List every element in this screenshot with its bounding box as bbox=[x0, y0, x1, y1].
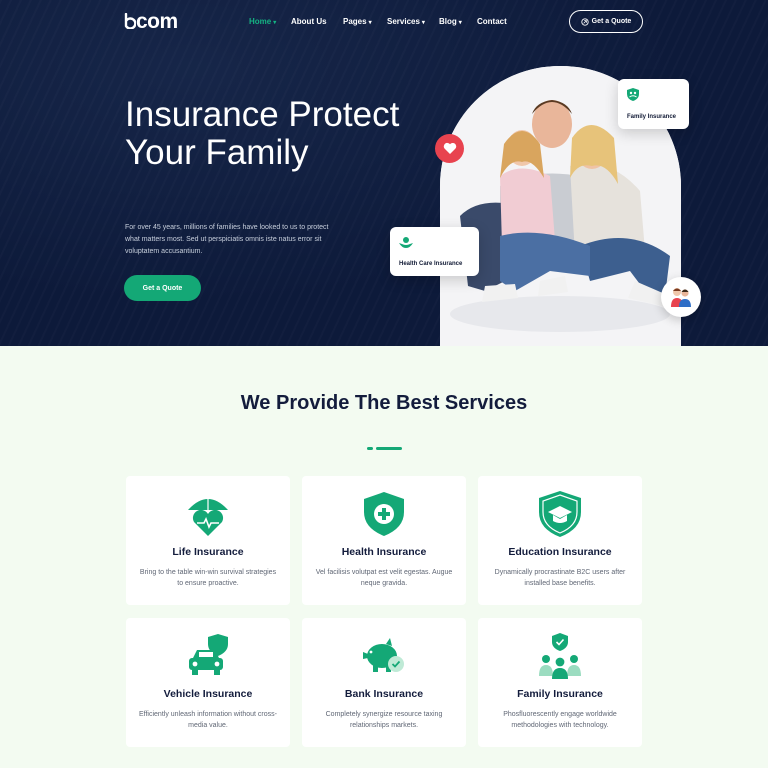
chevron-down-icon: ▾ bbox=[458, 20, 462, 26]
quote-icon bbox=[581, 17, 589, 26]
service-card-vehicle[interactable]: Vehicle Insurance Efficiently unleash in… bbox=[126, 618, 290, 747]
get-quote-button-top[interactable]: Get a Quote bbox=[569, 10, 643, 33]
umbrella-heart-icon bbox=[188, 496, 228, 536]
nav-contact[interactable]: Contact bbox=[477, 17, 507, 26]
family-insurance-badge: Family Insurance bbox=[618, 79, 689, 129]
family-insurance-badge-label: Family Insurance bbox=[627, 114, 677, 120]
logo-b-icon bbox=[124, 12, 137, 30]
heart-badge bbox=[435, 134, 464, 163]
service-desc: Phosfluorescently engage worldwide metho… bbox=[503, 711, 617, 729]
service-desc: Bring to the table win-win survival stra… bbox=[139, 569, 277, 587]
shield-graduation-icon bbox=[539, 491, 581, 537]
service-desc: Completely synergize resource taxing rel… bbox=[325, 711, 443, 729]
health-care-badge-label: Health Care Insurance bbox=[399, 261, 463, 267]
title-underline bbox=[367, 447, 402, 450]
service-card-life[interactable]: Life Insurance Bring to the table win-wi… bbox=[126, 476, 290, 605]
logo[interactable]: com bbox=[124, 10, 178, 34]
hand-heart-icon bbox=[399, 237, 413, 248]
service-name: Bank Insurance bbox=[344, 688, 424, 700]
nav-services[interactable]: Services ▾ bbox=[387, 17, 425, 26]
hero-description: For over 45 years, millions of families … bbox=[125, 224, 329, 255]
nav-blog-label: Blog bbox=[439, 17, 457, 26]
car-shield-icon bbox=[189, 634, 228, 675]
nav-about[interactable]: About Us bbox=[291, 17, 327, 26]
service-name: Life Insurance bbox=[172, 546, 244, 558]
nav-contact-label: Contact bbox=[477, 17, 507, 26]
family-shield-icon bbox=[539, 633, 581, 679]
get-quote-button-hero[interactable]: Get a Quote bbox=[124, 275, 201, 301]
top-nav: com Home ▾ About Us Pages ▾ Services ▾ Blog… bbox=[0, 0, 768, 44]
health-care-badge: Health Care Insurance bbox=[390, 227, 479, 276]
service-name: Health Insurance bbox=[341, 546, 427, 558]
family-shield-icon bbox=[627, 88, 639, 101]
nav-services-label: Services bbox=[387, 17, 420, 26]
chevron-down-icon: ▾ bbox=[421, 20, 425, 26]
nav-home-label: Home bbox=[249, 17, 272, 26]
people-avatar-badge bbox=[661, 277, 701, 317]
service-name: Education Insurance bbox=[508, 546, 612, 558]
people-icon bbox=[671, 288, 691, 307]
service-card-family[interactable]: Family Insurance Phosfluorescently engag… bbox=[478, 618, 642, 747]
service-name: Family Insurance bbox=[517, 688, 603, 700]
hero-title: Insurance Protect Your Family bbox=[125, 95, 400, 172]
shield-plus-icon bbox=[364, 492, 404, 536]
service-desc: Dynamically procrastinate B2C users afte… bbox=[494, 569, 626, 587]
service-desc: Vel facilisis volutpat est velit egestas… bbox=[315, 569, 453, 587]
get-quote-top-label: Get a Quote bbox=[591, 18, 632, 25]
nav-home[interactable]: Home ▾ bbox=[249, 17, 276, 26]
service-card-bank[interactable]: Bank Insurance Completely synergize reso… bbox=[302, 618, 466, 747]
piggy-bank-icon bbox=[363, 638, 404, 672]
service-card-education[interactable]: Education Insurance Dynamically procrast… bbox=[478, 476, 642, 605]
services-title: We Provide The Best Services bbox=[240, 392, 528, 414]
service-desc: Efficiently unleash information without … bbox=[139, 711, 277, 729]
chevron-down-icon: ▾ bbox=[273, 20, 277, 26]
nav-pages-label: Pages bbox=[343, 17, 367, 26]
heart-icon bbox=[443, 142, 456, 154]
service-name: Vehicle Insurance bbox=[163, 688, 253, 700]
hero-section: com Home ▾ About Us Pages ▾ Services ▾ Blog… bbox=[0, 0, 768, 346]
service-card-health[interactable]: Health Insurance Vel facilisis volutpat … bbox=[302, 476, 466, 605]
nav-pages[interactable]: Pages ▾ bbox=[343, 17, 372, 26]
chevron-down-icon: ▾ bbox=[368, 20, 372, 26]
nav-blog[interactable]: Blog ▾ bbox=[439, 17, 462, 26]
logo-text: com bbox=[136, 10, 178, 33]
hero-cta-label: Get a Quote bbox=[142, 284, 183, 292]
nav-about-label: About Us bbox=[291, 17, 327, 26]
